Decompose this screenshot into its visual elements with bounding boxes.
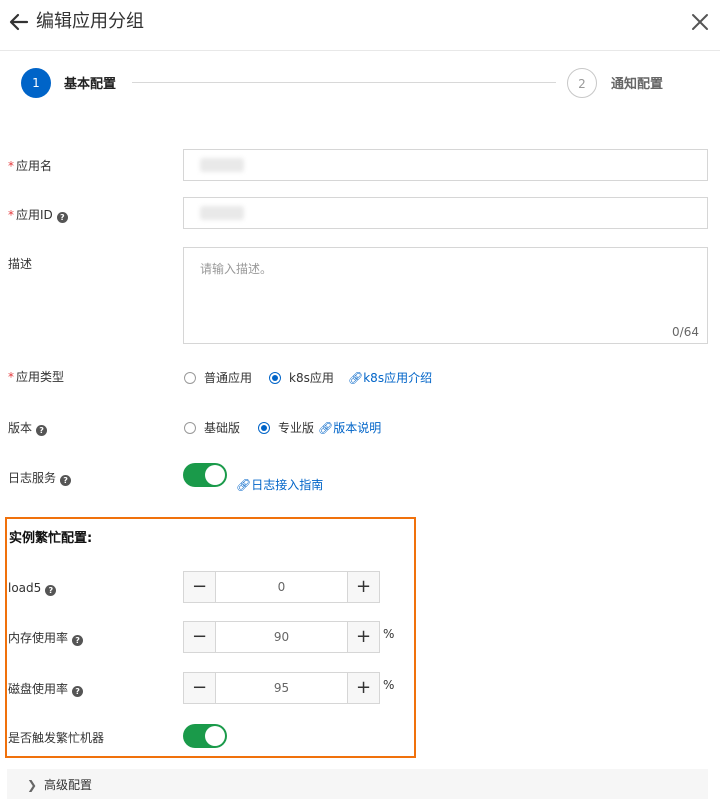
memory-value[interactable]: 90 <box>216 622 347 652</box>
description-counter: 0/64 <box>672 325 699 339</box>
chevron-right-icon[interactable]: ❯ <box>27 778 37 792</box>
version-label: 版本? <box>8 419 48 437</box>
load5-stepper[interactable]: − 0 + <box>183 571 380 603</box>
log-guide-link[interactable]: 🔗︎日志接入指南 <box>236 477 323 493</box>
help-icon[interactable]: ? <box>72 635 84 646</box>
k8s-intro-link[interactable]: 🔗︎k8s应用介绍 <box>348 370 432 386</box>
memory-label: 内存使用率? <box>8 629 84 647</box>
link-icon: 🔗︎ <box>348 371 364 385</box>
radio-k8s-app[interactable] <box>269 372 281 384</box>
version-doc-link[interactable]: 🔗︎版本说明 <box>318 420 381 436</box>
app-id-input[interactable] <box>183 197 708 229</box>
load5-label: load5? <box>8 579 57 597</box>
advanced-config-label[interactable]: 高级配置 <box>44 777 92 793</box>
app-id-value <box>200 206 244 220</box>
radio-pro-version[interactable] <box>258 422 270 434</box>
dialog-title: 编辑应用分组 <box>36 11 144 32</box>
help-icon[interactable]: ? <box>72 686 84 697</box>
description-textarea[interactable]: 请输入描述。 0/64 <box>183 247 708 344</box>
arrow-left-icon[interactable] <box>8 11 30 33</box>
app-id-label: * 应用ID? <box>8 206 68 224</box>
log-service-label: 日志服务? <box>8 469 72 487</box>
step-2-circle[interactable]: 2 <box>567 68 597 98</box>
radio-normal-app-label[interactable]: 普通应用 <box>204 370 252 386</box>
busy-config-title: 实例繁忙配置: <box>9 531 93 546</box>
increment-button[interactable]: + <box>347 673 379 703</box>
log-service-toggle[interactable] <box>183 463 227 487</box>
radio-basic-version-label[interactable]: 基础版 <box>204 420 240 436</box>
help-icon[interactable]: ? <box>56 212 68 223</box>
disk-label: 磁盘使用率? <box>8 680 84 698</box>
step-1-label[interactable]: 基本配置 <box>64 70 116 100</box>
link-icon: 🔗︎ <box>236 478 252 492</box>
app-name-value <box>200 158 244 172</box>
step-connector <box>132 82 556 83</box>
load5-value[interactable]: 0 <box>216 572 347 602</box>
close-icon[interactable] <box>689 11 711 33</box>
help-icon[interactable]: ? <box>36 425 48 436</box>
disk-value[interactable]: 95 <box>216 673 347 703</box>
link-icon: 🔗︎ <box>318 421 334 435</box>
help-icon[interactable]: ? <box>45 585 57 596</box>
description-placeholder: 请输入描述。 <box>200 262 273 276</box>
step-1-circle[interactable]: 1 <box>21 68 51 98</box>
toggle-knob <box>205 465 225 485</box>
radio-k8s-app-label[interactable]: k8s应用 <box>289 370 334 386</box>
advanced-config-panel[interactable]: ❯ 高级配置 <box>7 769 708 799</box>
app-name-input[interactable] <box>183 149 708 181</box>
disk-stepper[interactable]: − 95 + <box>183 672 380 704</box>
help-icon[interactable]: ? <box>60 475 72 486</box>
decrement-button[interactable]: − <box>184 572 216 602</box>
disk-unit: % <box>383 678 395 692</box>
description-label: 描述 <box>8 257 33 271</box>
decrement-button[interactable]: − <box>184 622 216 652</box>
increment-button[interactable]: + <box>347 622 379 652</box>
decrement-button[interactable]: − <box>184 673 216 703</box>
app-name-label: * 应用名 <box>8 159 53 173</box>
memory-stepper[interactable]: − 90 + <box>183 621 380 653</box>
app-type-label: * 应用类型 <box>8 370 65 384</box>
radio-normal-app[interactable] <box>184 372 196 384</box>
trigger-busy-toggle[interactable] <box>183 724 227 748</box>
trigger-busy-label: 是否触发繁忙机器 <box>8 731 105 745</box>
step-2-label[interactable]: 通知配置 <box>611 70 663 100</box>
toggle-knob <box>205 726 225 746</box>
increment-button[interactable]: + <box>347 572 379 602</box>
radio-pro-version-label[interactable]: 专业版 <box>278 420 314 436</box>
radio-basic-version[interactable] <box>184 422 196 434</box>
memory-unit: % <box>383 627 395 641</box>
